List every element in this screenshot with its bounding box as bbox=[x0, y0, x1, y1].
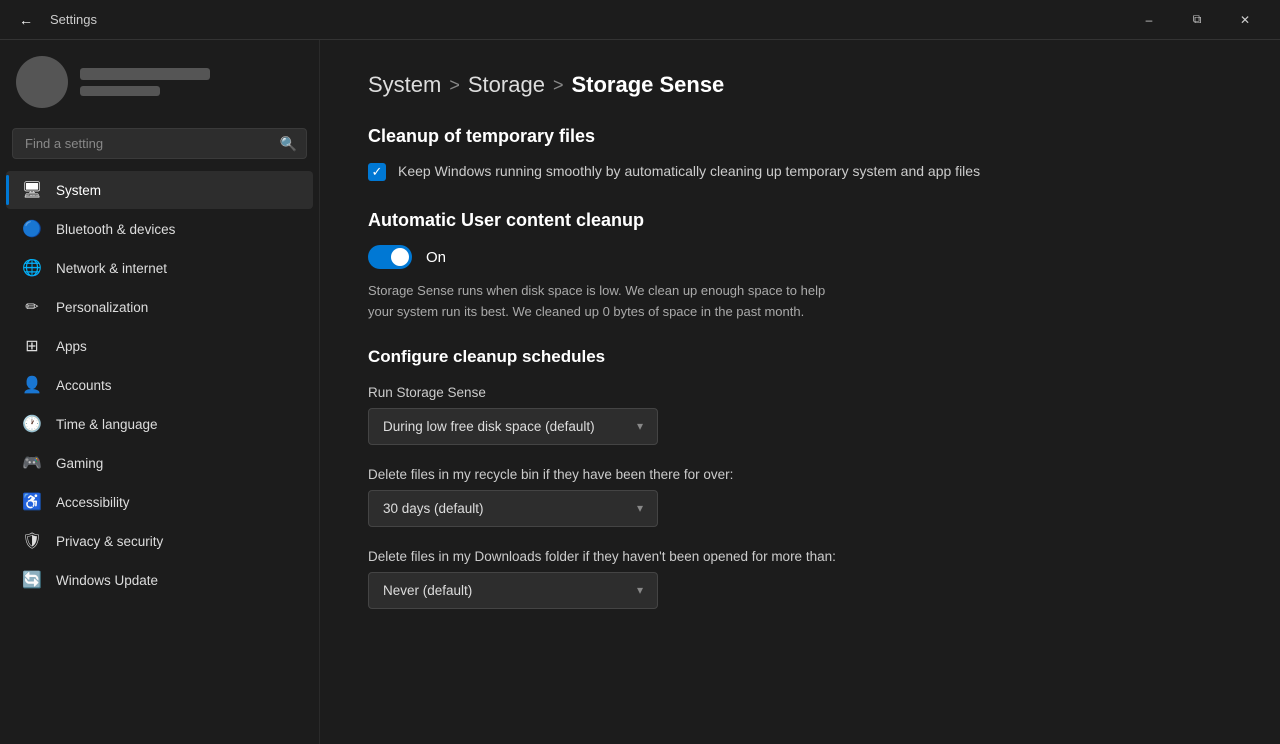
sidebar: 🔍 🖥 System 🔵 Bluetooth & devices 🌐 Network & … bbox=[0, 40, 320, 744]
breadcrumb-system[interactable]: System bbox=[368, 72, 441, 98]
nav-list: 🖥 System 🔵 Bluetooth & devices 🌐 Network & in… bbox=[0, 171, 319, 599]
titlebar: ← Settings – ⧉ ✕ bbox=[0, 0, 1280, 40]
sidebar-item-update[interactable]: 🔄 Windows Update bbox=[6, 561, 313, 599]
update-icon: 🔄 bbox=[22, 570, 42, 590]
privacy-icon: 🛡 bbox=[22, 531, 42, 551]
run-storage-sense-dropdown[interactable]: During low free disk space (default) ▾ bbox=[368, 408, 658, 445]
sidebar-item-label-system: System bbox=[56, 183, 101, 198]
sidebar-item-label-privacy: Privacy & security bbox=[56, 534, 163, 549]
sidebar-item-label-time: Time & language bbox=[56, 417, 158, 432]
downloads-value: Never (default) bbox=[383, 583, 472, 598]
user-info bbox=[80, 68, 303, 96]
downloads-group: Delete files in my Downloads folder if t… bbox=[368, 549, 1232, 609]
auto-cleanup-description: Storage Sense runs when disk space is lo… bbox=[368, 281, 848, 323]
toggle-label: On bbox=[426, 249, 446, 266]
breadcrumb-sep1: > bbox=[449, 75, 460, 96]
auto-cleanup-title: Automatic User content cleanup bbox=[368, 210, 1232, 231]
time-icon: 🕐 bbox=[22, 414, 42, 434]
breadcrumb-sep2: > bbox=[553, 75, 564, 96]
back-icon: ← bbox=[19, 12, 33, 28]
sidebar-item-system[interactable]: 🖥 System bbox=[6, 171, 313, 209]
sidebar-item-label-gaming: Gaming bbox=[56, 456, 103, 471]
cleanup-checkbox[interactable]: ✓ bbox=[368, 163, 386, 181]
schedules-title: Configure cleanup schedules bbox=[368, 347, 1232, 367]
run-storage-sense-label: Run Storage Sense bbox=[368, 385, 1232, 400]
auto-cleanup-toggle[interactable] bbox=[368, 245, 412, 269]
downloads-label: Delete files in my Downloads folder if t… bbox=[368, 549, 1232, 564]
recycle-bin-group: Delete files in my recycle bin if they h… bbox=[368, 467, 1232, 527]
toggle-knob bbox=[391, 248, 409, 266]
sidebar-item-apps[interactable]: ⊞ Apps bbox=[6, 327, 313, 365]
breadcrumb: System > Storage > Storage Sense bbox=[368, 72, 1232, 98]
sidebar-item-label-accounts: Accounts bbox=[56, 378, 112, 393]
avatar bbox=[16, 56, 68, 108]
sidebar-item-accessibility[interactable]: ♿ Accessibility bbox=[6, 483, 313, 521]
search-input[interactable] bbox=[12, 128, 307, 159]
app-title: Settings bbox=[50, 12, 1116, 27]
app-body: 🔍 🖥 System 🔵 Bluetooth & devices 🌐 Network & … bbox=[0, 40, 1280, 744]
sidebar-item-label-apps: Apps bbox=[56, 339, 87, 354]
sidebar-item-time[interactable]: 🕐 Time & language bbox=[6, 405, 313, 443]
recycle-dropdown-chevron-icon: ▾ bbox=[637, 501, 643, 515]
restore-button[interactable]: ⧉ bbox=[1174, 4, 1220, 36]
sidebar-item-label-network: Network & internet bbox=[56, 261, 167, 276]
personalization-icon: ✏ bbox=[22, 297, 42, 317]
sidebar-item-accounts[interactable]: 👤 Accounts bbox=[6, 366, 313, 404]
cleanup-section-title: Cleanup of temporary files bbox=[368, 126, 1232, 147]
accessibility-icon: ♿ bbox=[22, 492, 42, 512]
sidebar-item-personalization[interactable]: ✏ Personalization bbox=[6, 288, 313, 326]
network-icon: 🌐 bbox=[22, 258, 42, 278]
breadcrumb-storage-sense: Storage Sense bbox=[571, 72, 724, 98]
sidebar-item-bluetooth[interactable]: 🔵 Bluetooth & devices bbox=[6, 210, 313, 248]
recycle-bin-label: Delete files in my recycle bin if they h… bbox=[368, 467, 1232, 482]
recycle-bin-dropdown[interactable]: 30 days (default) ▾ bbox=[368, 490, 658, 527]
window-controls: – ⧉ ✕ bbox=[1126, 4, 1268, 36]
sidebar-item-label-bluetooth: Bluetooth & devices bbox=[56, 222, 175, 237]
breadcrumb-storage[interactable]: Storage bbox=[468, 72, 545, 98]
cleanup-checkbox-row: ✓ Keep Windows running smoothly by autom… bbox=[368, 161, 1232, 182]
sidebar-item-label-personalization: Personalization bbox=[56, 300, 148, 315]
search-icon: 🔍 bbox=[280, 135, 297, 152]
downloads-dropdown[interactable]: Never (default) ▾ bbox=[368, 572, 658, 609]
sidebar-item-label-accessibility: Accessibility bbox=[56, 495, 130, 510]
apps-icon: ⊞ bbox=[22, 336, 42, 356]
bluetooth-icon: 🔵 bbox=[22, 219, 42, 239]
search-box: 🔍 bbox=[12, 128, 307, 159]
main-content: System > Storage > Storage Sense Cleanup… bbox=[320, 40, 1280, 744]
run-storage-sense-group: Run Storage Sense During low free disk s… bbox=[368, 385, 1232, 445]
back-button[interactable]: ← bbox=[12, 6, 40, 34]
cleanup-checkbox-label: Keep Windows running smoothly by automat… bbox=[398, 161, 980, 182]
sidebar-item-label-update: Windows Update bbox=[56, 573, 158, 588]
sidebar-item-network[interactable]: 🌐 Network & internet bbox=[6, 249, 313, 287]
close-button[interactable]: ✕ bbox=[1222, 4, 1268, 36]
user-tag bbox=[80, 86, 160, 96]
checkmark-icon: ✓ bbox=[372, 164, 383, 180]
recycle-bin-value: 30 days (default) bbox=[383, 501, 484, 516]
run-dropdown-chevron-icon: ▾ bbox=[637, 419, 643, 433]
sidebar-item-gaming[interactable]: 🎮 Gaming bbox=[6, 444, 313, 482]
downloads-dropdown-chevron-icon: ▾ bbox=[637, 583, 643, 597]
accounts-icon: 👤 bbox=[22, 375, 42, 395]
toggle-row: On bbox=[368, 245, 1232, 269]
minimize-button[interactable]: – bbox=[1126, 4, 1172, 36]
sidebar-item-privacy[interactable]: 🛡 Privacy & security bbox=[6, 522, 313, 560]
user-name bbox=[80, 68, 210, 80]
run-storage-sense-value: During low free disk space (default) bbox=[383, 419, 595, 434]
gaming-icon: 🎮 bbox=[22, 453, 42, 473]
user-area bbox=[0, 40, 319, 120]
system-icon: 🖥 bbox=[22, 180, 42, 200]
